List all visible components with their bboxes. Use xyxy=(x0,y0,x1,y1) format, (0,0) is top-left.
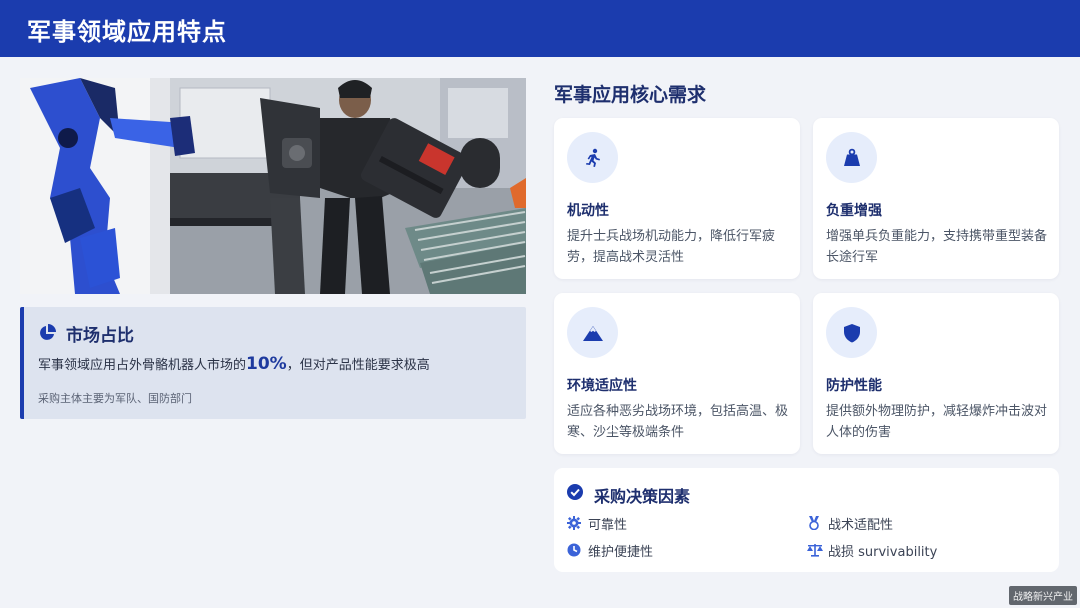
shield-icon xyxy=(826,307,877,358)
requirement-card-environment: 环境适应性 适应各种恶劣战场环境，包括高温、极寒、沙尘等极端条件 xyxy=(554,293,800,454)
market-share-note: 采购主体主要为军队、国防部门 xyxy=(38,392,192,405)
scale-icon xyxy=(807,544,823,557)
requirements-title: 军事应用核心需求 xyxy=(554,84,707,106)
requirement-card-protection: 防护性能 提供额外物理防护，减轻爆炸冲击波对人体的伤害 xyxy=(813,293,1059,454)
requirement-card-load: 负重增强 增强单兵负重能力，支持携带重型装备长途行军 xyxy=(813,118,1059,279)
card-desc: 适应各种恶劣战场环境，包括高温、极寒、沙尘等极端条件 xyxy=(567,404,789,440)
market-share-heading: 市场占比 xyxy=(66,326,134,346)
card-title: 防护性能 xyxy=(826,378,882,394)
card-title: 负重增强 xyxy=(826,203,882,219)
watermark: 战略新兴产业 xyxy=(1009,586,1077,605)
exoskeleton-photo xyxy=(20,78,526,294)
factor-label: 可靠性 xyxy=(588,518,628,533)
page-title: 军事领域应用特点 xyxy=(27,18,227,46)
medal-icon xyxy=(809,516,819,530)
card-title: 机动性 xyxy=(567,203,609,219)
factor-label: 维护便捷性 xyxy=(588,545,654,560)
header-bar: 军事领域应用特点 xyxy=(0,0,1080,57)
factors-heading: 采购决策因素 xyxy=(594,487,691,506)
mountain-icon xyxy=(567,307,618,358)
card-desc: 增强单兵负重能力，支持携带重型装备长途行军 xyxy=(826,229,1048,265)
pie-chart-icon xyxy=(40,324,56,340)
clock-icon xyxy=(567,543,581,557)
card-desc: 提供额外物理防护，减轻爆炸冲击波对人体的伤害 xyxy=(826,404,1048,440)
market-share-value: 10% xyxy=(246,354,287,374)
running-icon xyxy=(567,132,618,183)
card-desc: 提升士兵战场机动能力，降低行军疲劳，提高战术灵活性 xyxy=(567,229,776,265)
market-share-panel: 市场占比 军事领域应用占外骨骼机器人市场的10%，但对产品性能要求极高 采购主体… xyxy=(20,307,526,419)
factor-label: 战术适配性 xyxy=(828,518,894,533)
requirement-card-mobility: 机动性 提升士兵战场机动能力，降低行军疲劳，提高战术灵活性 xyxy=(554,118,800,279)
weight-icon xyxy=(826,132,877,183)
market-share-desc: 军事领域应用占外骨骼机器人市场的10%，但对产品性能要求极高 xyxy=(38,354,430,374)
check-circle-icon xyxy=(567,484,583,500)
card-title: 环境适应性 xyxy=(567,378,637,394)
gear-icon xyxy=(567,516,581,530)
factor-label: 战损 survivability xyxy=(828,545,938,560)
